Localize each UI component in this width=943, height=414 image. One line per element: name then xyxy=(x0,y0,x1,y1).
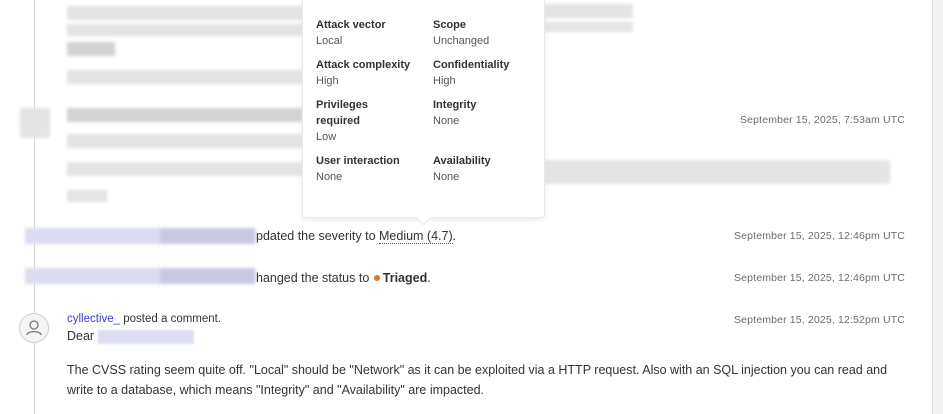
redacted-text xyxy=(67,6,302,20)
metric-label: Attack vector xyxy=(316,19,386,31)
activity-text: pdated the severity to xyxy=(256,229,379,243)
redacted-text xyxy=(67,24,302,36)
redacted-text xyxy=(545,4,633,18)
redacted-text xyxy=(545,160,890,184)
redacted-text xyxy=(67,42,115,56)
redacted-text xyxy=(545,22,633,32)
redacted-text xyxy=(67,134,302,148)
activity-text: hanged the status to xyxy=(256,271,373,285)
metric-label: Integrity xyxy=(433,99,477,111)
metric-confidentiality: Confidentiality High xyxy=(433,57,543,89)
comment-action: posted a comment. xyxy=(120,313,222,325)
redacted-text xyxy=(67,70,302,84)
metric-value: Local xyxy=(316,35,343,47)
redacted-text xyxy=(67,108,302,122)
metric-integrity: Integrity None xyxy=(433,97,543,129)
severity-link[interactable]: Medium (4.7) xyxy=(379,229,453,244)
metric-attack-complexity: Attack complexity High xyxy=(316,57,426,89)
comment-header: cyllective_ posted a comment. xyxy=(67,313,221,325)
timestamp[interactable]: September 15, 2025, 12:46pm UTC xyxy=(734,272,905,284)
redacted-text xyxy=(67,162,302,176)
metric-label: Availability xyxy=(433,155,491,167)
metric-availability: Availability None xyxy=(433,153,543,185)
status-dot-icon xyxy=(373,275,380,282)
metric-value: Unchanged xyxy=(433,35,490,47)
metric-value: None xyxy=(316,171,343,183)
timestamp[interactable]: September 15, 2025, 12:52pm UTC xyxy=(734,314,905,326)
avatar[interactable] xyxy=(19,313,49,343)
metric-value: None xyxy=(433,171,460,183)
metric-label: Scope xyxy=(433,19,467,31)
metric-attack-vector: Attack vector Local xyxy=(316,17,426,49)
redacted-username xyxy=(160,269,255,283)
redacted-text xyxy=(67,190,107,202)
metric-value: None xyxy=(433,115,460,127)
redacted-name xyxy=(98,329,195,344)
metric-label: Privileges required xyxy=(316,99,368,127)
metric-value: High xyxy=(316,75,339,87)
activity-text: . xyxy=(427,271,431,285)
comment-greeting: Dear xyxy=(67,329,195,344)
timeline-line xyxy=(34,0,35,414)
greeting-text: Dear xyxy=(67,329,95,343)
metric-label: Confidentiality xyxy=(433,59,510,71)
status-label: Triaged xyxy=(382,271,428,285)
metric-scope: Scope Unchanged xyxy=(433,17,543,49)
metric-privileges-required: Privileges required Low xyxy=(316,97,411,145)
redacted-username xyxy=(160,229,255,243)
activity-text: . xyxy=(452,229,457,243)
metric-value: High xyxy=(433,75,456,87)
status-activity: hanged the status to Triaged. xyxy=(256,271,431,285)
comment-body: The CVSS rating seem quite off. "Local" … xyxy=(67,363,888,397)
metric-user-interaction: User interaction None xyxy=(316,153,426,185)
user-icon xyxy=(26,320,42,336)
username-link[interactable]: cyllective_ xyxy=(67,313,120,325)
cvss-popover: Attack vector Local Scope Unchanged Atta… xyxy=(302,0,545,226)
metric-label: Attack complexity xyxy=(316,59,411,71)
metric-value: Low xyxy=(316,131,337,143)
redacted-avatar xyxy=(20,108,50,138)
scrollbar[interactable] xyxy=(932,0,943,414)
popover-arrow xyxy=(415,209,432,226)
timestamp[interactable]: September 15, 2025, 7:53am UTC xyxy=(740,114,905,126)
metric-label: User interaction xyxy=(316,155,400,167)
severity-activity: pdated the severity to Medium (4.7). xyxy=(256,229,457,244)
timestamp[interactable]: September 15, 2025, 12:46pm UTC xyxy=(734,230,905,242)
